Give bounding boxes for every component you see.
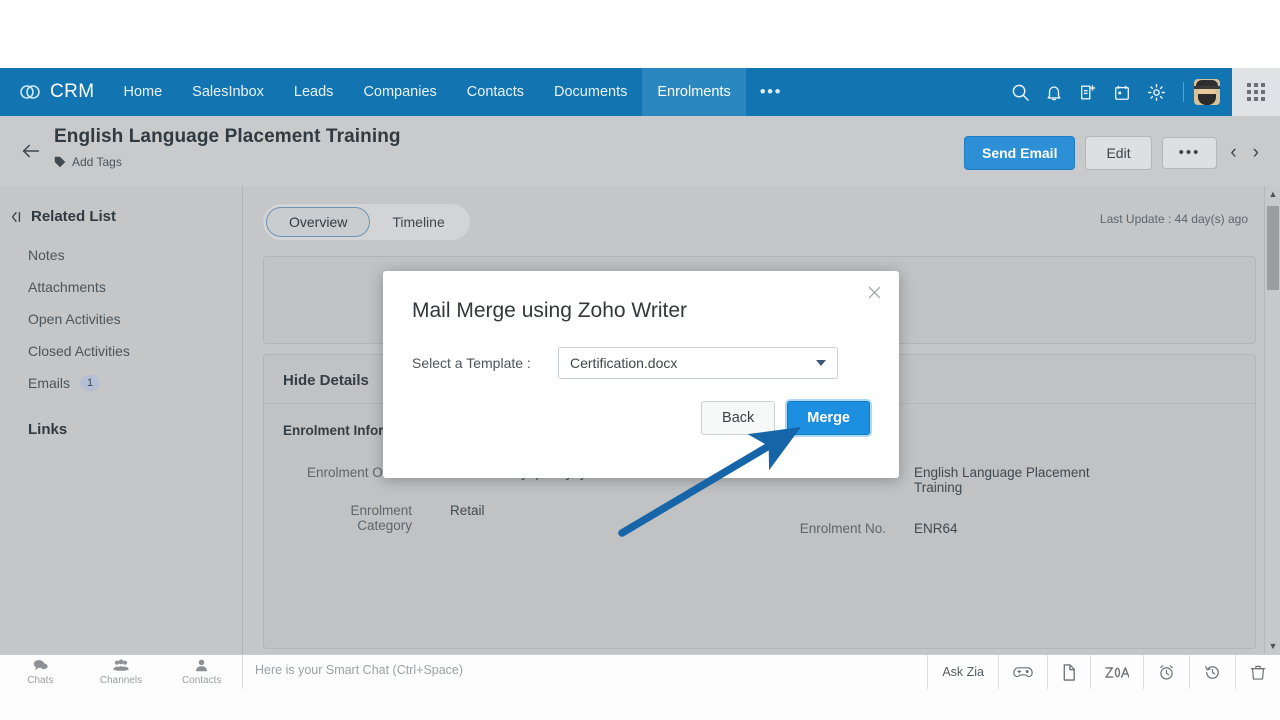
dialog-buttons: Back Merge	[701, 401, 870, 435]
bottom-tab-label: Channels	[99, 675, 143, 686]
sidebar-item-attachments[interactable]: Attachments	[0, 271, 242, 303]
scroll-down-arrow-icon[interactable]: ▼	[1265, 638, 1280, 654]
top-blank-area	[0, 0, 1280, 68]
chat-bubble-icon	[33, 660, 48, 670]
field-value-enrolment-name[interactable]: English Language Placement Training	[914, 465, 1094, 495]
app-grid-icon[interactable]	[1232, 68, 1280, 116]
gear-settings-icon[interactable]	[1139, 68, 1173, 116]
note-page-icon[interactable]	[1047, 655, 1090, 689]
tab-timeline[interactable]: Timeline	[370, 208, 466, 236]
bottom-tab-channels[interactable]: Channels	[81, 655, 162, 689]
last-update-text: Last Update : 44 day(s) ago	[1099, 212, 1248, 226]
bottom-tab-label: Contacts	[181, 675, 222, 686]
dialog-title: Mail Merge using Zoho Writer	[412, 299, 688, 322]
hide-details-toggle[interactable]: Hide Details	[283, 372, 369, 389]
nav-items: Home SalesInbox Leads Companies Contacts…	[108, 68, 796, 116]
user-avatar[interactable]	[1194, 79, 1220, 105]
bottom-tab-chats[interactable]: Chats	[0, 655, 81, 689]
tag-icon	[54, 156, 66, 168]
zoho-crm-logo-icon	[20, 85, 40, 99]
brand-label: CRM	[50, 81, 95, 102]
bottom-status-bar: Chats Channels Contacts Here is your Sma…	[0, 654, 1280, 720]
trash-bin-icon[interactable]	[1235, 655, 1280, 689]
smart-chat-input[interactable]: Here is your Smart Chat (Ctrl+Space)	[255, 663, 463, 677]
field-value-enrolment-category[interactable]: Retail	[450, 503, 485, 518]
related-list-items: Notes Attachments Open Activities Closed…	[0, 239, 242, 399]
template-selection-row: Select a Template : Certification.docx	[412, 347, 870, 379]
tabs-row: Overview Timeline	[263, 204, 470, 240]
overview-timeline-tabs: Overview Timeline	[263, 204, 470, 240]
merge-button[interactable]: Merge	[787, 401, 870, 435]
related-list-title: Related List	[31, 208, 117, 225]
chevron-down-icon	[816, 360, 826, 366]
history-clock-icon[interactable]	[1189, 655, 1235, 689]
back-button[interactable]: Back	[701, 401, 776, 435]
nav-item-enrolments[interactable]: Enrolments	[642, 68, 746, 116]
nav-item-home[interactable]: Home	[108, 68, 177, 116]
next-record-button[interactable]: ›	[1250, 142, 1262, 164]
nav-right-actions	[1003, 68, 1280, 116]
template-selected-value: Certification.docx	[570, 355, 678, 371]
nav-divider	[1183, 82, 1184, 102]
links-section-title: Links	[28, 421, 68, 438]
field-label-enrolment-category: Enrolment Category	[350, 503, 412, 533]
prev-record-button[interactable]: ‹	[1227, 142, 1239, 164]
alarm-clock-icon[interactable]	[1143, 655, 1189, 689]
back-arrow-icon[interactable]	[20, 140, 42, 162]
template-select[interactable]: Certification.docx	[558, 347, 838, 379]
bottom-tab-contacts[interactable]: Contacts	[161, 655, 242, 689]
tab-overview[interactable]: Overview	[266, 207, 371, 237]
template-label: Select a Template :	[412, 355, 531, 371]
sidebar-item-closed-activities[interactable]: Closed Activities	[0, 335, 242, 367]
game-controller-icon[interactable]	[998, 655, 1047, 689]
sidebar-item-label: Notes	[28, 247, 65, 263]
bell-notification-icon[interactable]	[1037, 68, 1071, 116]
person-icon	[196, 659, 208, 672]
more-actions-button[interactable]: •••	[1161, 137, 1218, 169]
send-email-button[interactable]: Send Email	[963, 136, 1076, 170]
emails-count-badge: 1	[80, 375, 101, 391]
scrollbar-thumb[interactable]	[1267, 206, 1279, 290]
related-list-header: Related List	[0, 186, 242, 225]
nav-item-leads[interactable]: Leads	[279, 68, 349, 116]
sidebar-item-label: Closed Activities	[28, 343, 130, 359]
nav-item-salesinbox[interactable]: SalesInbox	[177, 68, 279, 116]
search-icon[interactable]	[1003, 68, 1037, 116]
collapse-panel-icon[interactable]	[10, 210, 22, 224]
sidebar-item-emails[interactable]: Emails 1	[0, 367, 242, 399]
add-tags-label: Add Tags	[72, 155, 122, 169]
chat-panel-tabs: Chats Channels Contacts	[0, 655, 243, 689]
sidebar-item-label: Attachments	[28, 279, 106, 295]
related-list-sidebar: Related List Notes Attachments Open Acti…	[0, 186, 243, 654]
main-navigation-bar: CRM Home SalesInbox Leads Companies Cont…	[0, 68, 1280, 116]
bottom-right-actions: Ask Zia	[927, 655, 1280, 689]
sidebar-item-label: Emails	[28, 375, 71, 391]
scroll-up-arrow-icon[interactable]: ▲	[1265, 186, 1280, 202]
record-header-actions: Send Email Edit ••• ‹ ›	[963, 136, 1262, 170]
add-note-icon[interactable]	[1071, 68, 1105, 116]
sidebar-item-notes[interactable]: Notes	[0, 239, 242, 271]
nav-item-companies[interactable]: Companies	[348, 68, 451, 116]
sidebar-item-open-activities[interactable]: Open Activities	[0, 303, 242, 335]
close-icon[interactable]	[863, 281, 885, 303]
edit-button[interactable]: Edit	[1085, 136, 1152, 170]
ask-zia-label: Ask Zia	[942, 665, 984, 679]
calendar-icon[interactable]	[1105, 68, 1139, 116]
field-label-enrolment-no: Enrolment No.	[799, 521, 886, 536]
ask-zia-button[interactable]: Ask Zia	[927, 655, 998, 689]
crm-brand[interactable]: CRM	[0, 80, 108, 104]
vertical-scrollbar[interactable]: ▲ ▼	[1264, 186, 1280, 654]
nav-item-documents[interactable]: Documents	[539, 68, 642, 116]
page-title: English Language Placement Training	[54, 126, 401, 147]
bottom-tab-label: Chats	[27, 675, 54, 686]
add-tags-button[interactable]: Add Tags	[54, 155, 122, 169]
zia-logo-icon[interactable]	[1090, 655, 1143, 689]
crm-app-window: CRM Home SalesInbox Leads Companies Cont…	[0, 0, 1280, 720]
nav-item-contacts[interactable]: Contacts	[452, 68, 539, 116]
sidebar-item-label: Open Activities	[28, 311, 121, 327]
group-people-icon	[113, 659, 129, 671]
field-value-enrolment-no[interactable]: ENR64	[914, 521, 958, 536]
mail-merge-dialog: Mail Merge using Zoho Writer Select a Te…	[383, 271, 899, 478]
nav-more-button[interactable]: •••	[746, 68, 796, 116]
